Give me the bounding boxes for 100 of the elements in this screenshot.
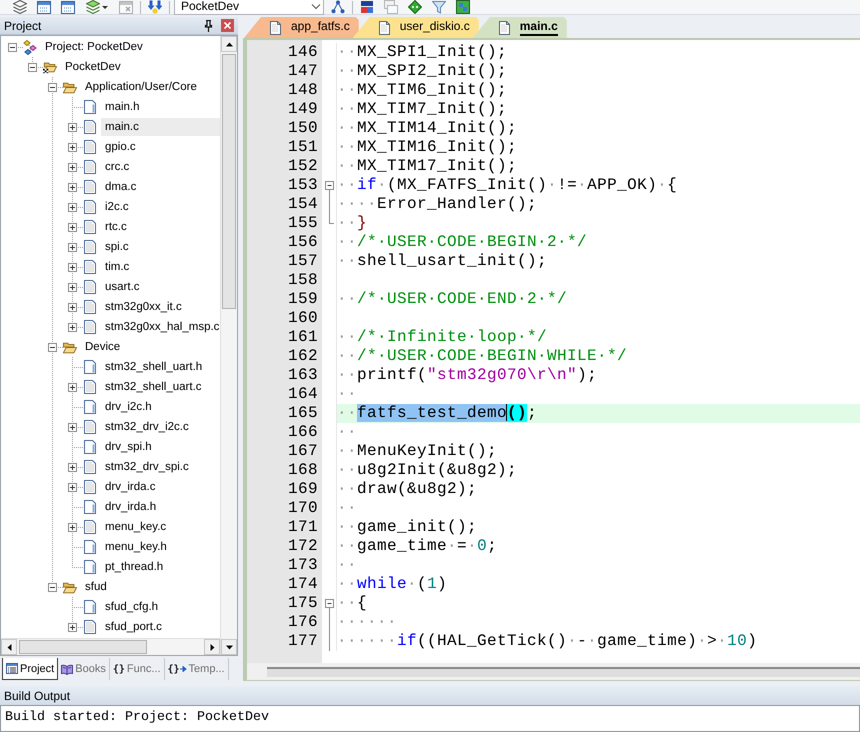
minus-box-icon[interactable] — [48, 342, 57, 352]
minus-box-icon[interactable] — [28, 62, 37, 72]
tree-item[interactable]: drv_i2c.h — [101, 398, 152, 416]
plus-box-icon[interactable] — [68, 262, 77, 272]
code-line: ··if·(MX_FATFS_Init()·!=·APP_OK)·{ — [337, 176, 678, 194]
scrollbar-thumb[interactable] — [19, 640, 147, 654]
file-icon — [498, 20, 510, 34]
line-number: 171 — [288, 518, 318, 536]
line-number: 165 — [288, 404, 318, 422]
line-number: 152 — [288, 157, 318, 175]
target-select[interactable]: PocketDev — [174, 0, 324, 14]
toolbar-button[interactable] — [34, 0, 54, 14]
tree-item[interactable]: main.c — [101, 118, 220, 136]
chevron-down-icon[interactable] — [311, 4, 321, 10]
tree-item[interactable]: usart.c — [101, 278, 140, 296]
plus-box-icon[interactable] — [68, 222, 77, 232]
tree-item[interactable]: dma.c — [101, 178, 136, 196]
tree-item[interactable]: Device — [81, 338, 120, 356]
scroll-left-button[interactable] — [1, 639, 17, 655]
tree-item[interactable]: stm32g0xx_hal_msp.c — [101, 318, 220, 336]
pin-icon[interactable] — [204, 20, 213, 32]
toolbar-button[interactable] — [453, 0, 473, 14]
scrollbar-thumb[interactable] — [222, 54, 236, 309]
tree-item[interactable]: PocketDev — [61, 58, 121, 76]
tree-item[interactable]: i2c.c — [101, 198, 129, 216]
editor-tab[interactable]: app_fatfs.c — [244, 17, 359, 38]
editor-tab[interactable]: main.c — [472, 17, 567, 38]
code-line: ··/*·USER·CODE·BEGIN·WHILE·*/ — [337, 347, 628, 365]
tree-item[interactable]: drv_irda.c — [101, 478, 156, 496]
line-number: 147 — [288, 62, 318, 80]
tree-item[interactable]: sfud_port.c — [101, 618, 162, 636]
tree-item[interactable]: pt_thread.h — [101, 558, 164, 576]
scrollbar-thumb[interactable] — [267, 667, 860, 677]
panel-tab[interactable]: Project — [2, 658, 58, 680]
scroll-down-button[interactable] — [221, 639, 237, 655]
shaded-file-icon — [84, 240, 96, 254]
shaded-file-icon — [84, 300, 96, 314]
tree-item[interactable]: stm32_shell_uart.c — [101, 378, 202, 396]
plus-box-icon[interactable] — [68, 302, 77, 312]
toolbar-button[interactable] — [145, 0, 165, 14]
tree-item[interactable]: spi.c — [101, 238, 129, 256]
tree-item[interactable]: tim.c — [101, 258, 130, 276]
plus-box-icon[interactable] — [68, 182, 77, 192]
tree-item[interactable]: stm32_shell_uart.h — [101, 358, 202, 376]
code-line: ··MX_SPI1_Init(); — [337, 43, 508, 61]
shaded-file-icon — [84, 140, 96, 154]
tree-item[interactable]: menu_key.c — [101, 518, 166, 536]
file-icon — [84, 540, 96, 554]
line-number: 172 — [288, 537, 318, 555]
tree-item[interactable]: sfud_cfg.h — [101, 598, 158, 616]
line-number: 160 — [288, 309, 318, 327]
horizontal-scrollbar[interactable] — [1, 638, 220, 655]
horizontal-scrollbar[interactable] — [247, 663, 860, 680]
plus-box-icon[interactable] — [68, 622, 77, 632]
close-button[interactable] — [221, 19, 234, 32]
tree-item[interactable]: stm32_drv_i2c.c — [101, 418, 189, 436]
toolbar-button[interactable] — [58, 0, 78, 14]
plus-box-icon[interactable] — [68, 242, 77, 252]
tree-item[interactable]: rtc.c — [101, 218, 127, 236]
tree-item[interactable]: main.h — [101, 98, 140, 116]
triangle-down-icon — [226, 644, 232, 650]
tree-item[interactable]: stm32_drv_spi.c — [101, 458, 189, 476]
plus-box-icon[interactable] — [68, 462, 77, 472]
line-number: 151 — [288, 138, 318, 156]
plus-box-icon[interactable] — [68, 282, 77, 292]
plus-box-icon[interactable] — [68, 202, 77, 212]
tree-item[interactable]: Application/User/Core — [81, 78, 197, 96]
panel-tab[interactable]: {} Func... — [110, 658, 164, 680]
plus-box-icon[interactable] — [68, 142, 77, 152]
tree-item[interactable]: Project: PocketDev — [41, 38, 143, 56]
tree-item[interactable]: drv_irda.h — [101, 498, 156, 516]
minus-box-icon[interactable] — [8, 42, 17, 52]
tree-item[interactable]: drv_spi.h — [101, 438, 152, 456]
plus-box-icon[interactable] — [68, 382, 77, 392]
scroll-right-button[interactable] — [204, 639, 220, 655]
tree-item[interactable]: crc.c — [101, 158, 130, 176]
toolbar-button[interactable] — [405, 0, 425, 14]
diamond-nodes-icon — [23, 40, 37, 54]
tree-item[interactable]: sfud — [81, 578, 107, 596]
editor-tab[interactable]: user_diskio.c — [352, 17, 479, 38]
tree-item[interactable]: stm32g0xx_it.c — [101, 298, 182, 316]
scroll-up-button[interactable] — [221, 36, 237, 52]
minus-box-icon[interactable] — [48, 82, 57, 92]
line-number: 177 — [288, 632, 318, 650]
panel-tab[interactable]: Books — [58, 658, 110, 680]
tree-item[interactable]: menu_key.h — [101, 538, 167, 556]
plus-box-icon[interactable] — [68, 482, 77, 492]
plus-box-icon[interactable] — [68, 122, 77, 132]
panel-tab[interactable]: {} Temp... — [164, 658, 229, 680]
shaded-file-icon — [84, 220, 96, 234]
line-number: 162 — [288, 347, 318, 365]
minus-box-icon[interactable] — [48, 582, 57, 592]
plus-box-icon[interactable] — [68, 322, 77, 332]
tree-item[interactable]: gpio.c — [101, 138, 136, 156]
line-number: 163 — [288, 366, 318, 384]
plus-box-icon[interactable] — [68, 522, 77, 532]
plus-box-icon[interactable] — [68, 162, 77, 172]
plus-box-icon[interactable] — [68, 422, 77, 432]
toolbar-button[interactable] — [10, 0, 30, 14]
vertical-scrollbar[interactable] — [220, 36, 237, 655]
